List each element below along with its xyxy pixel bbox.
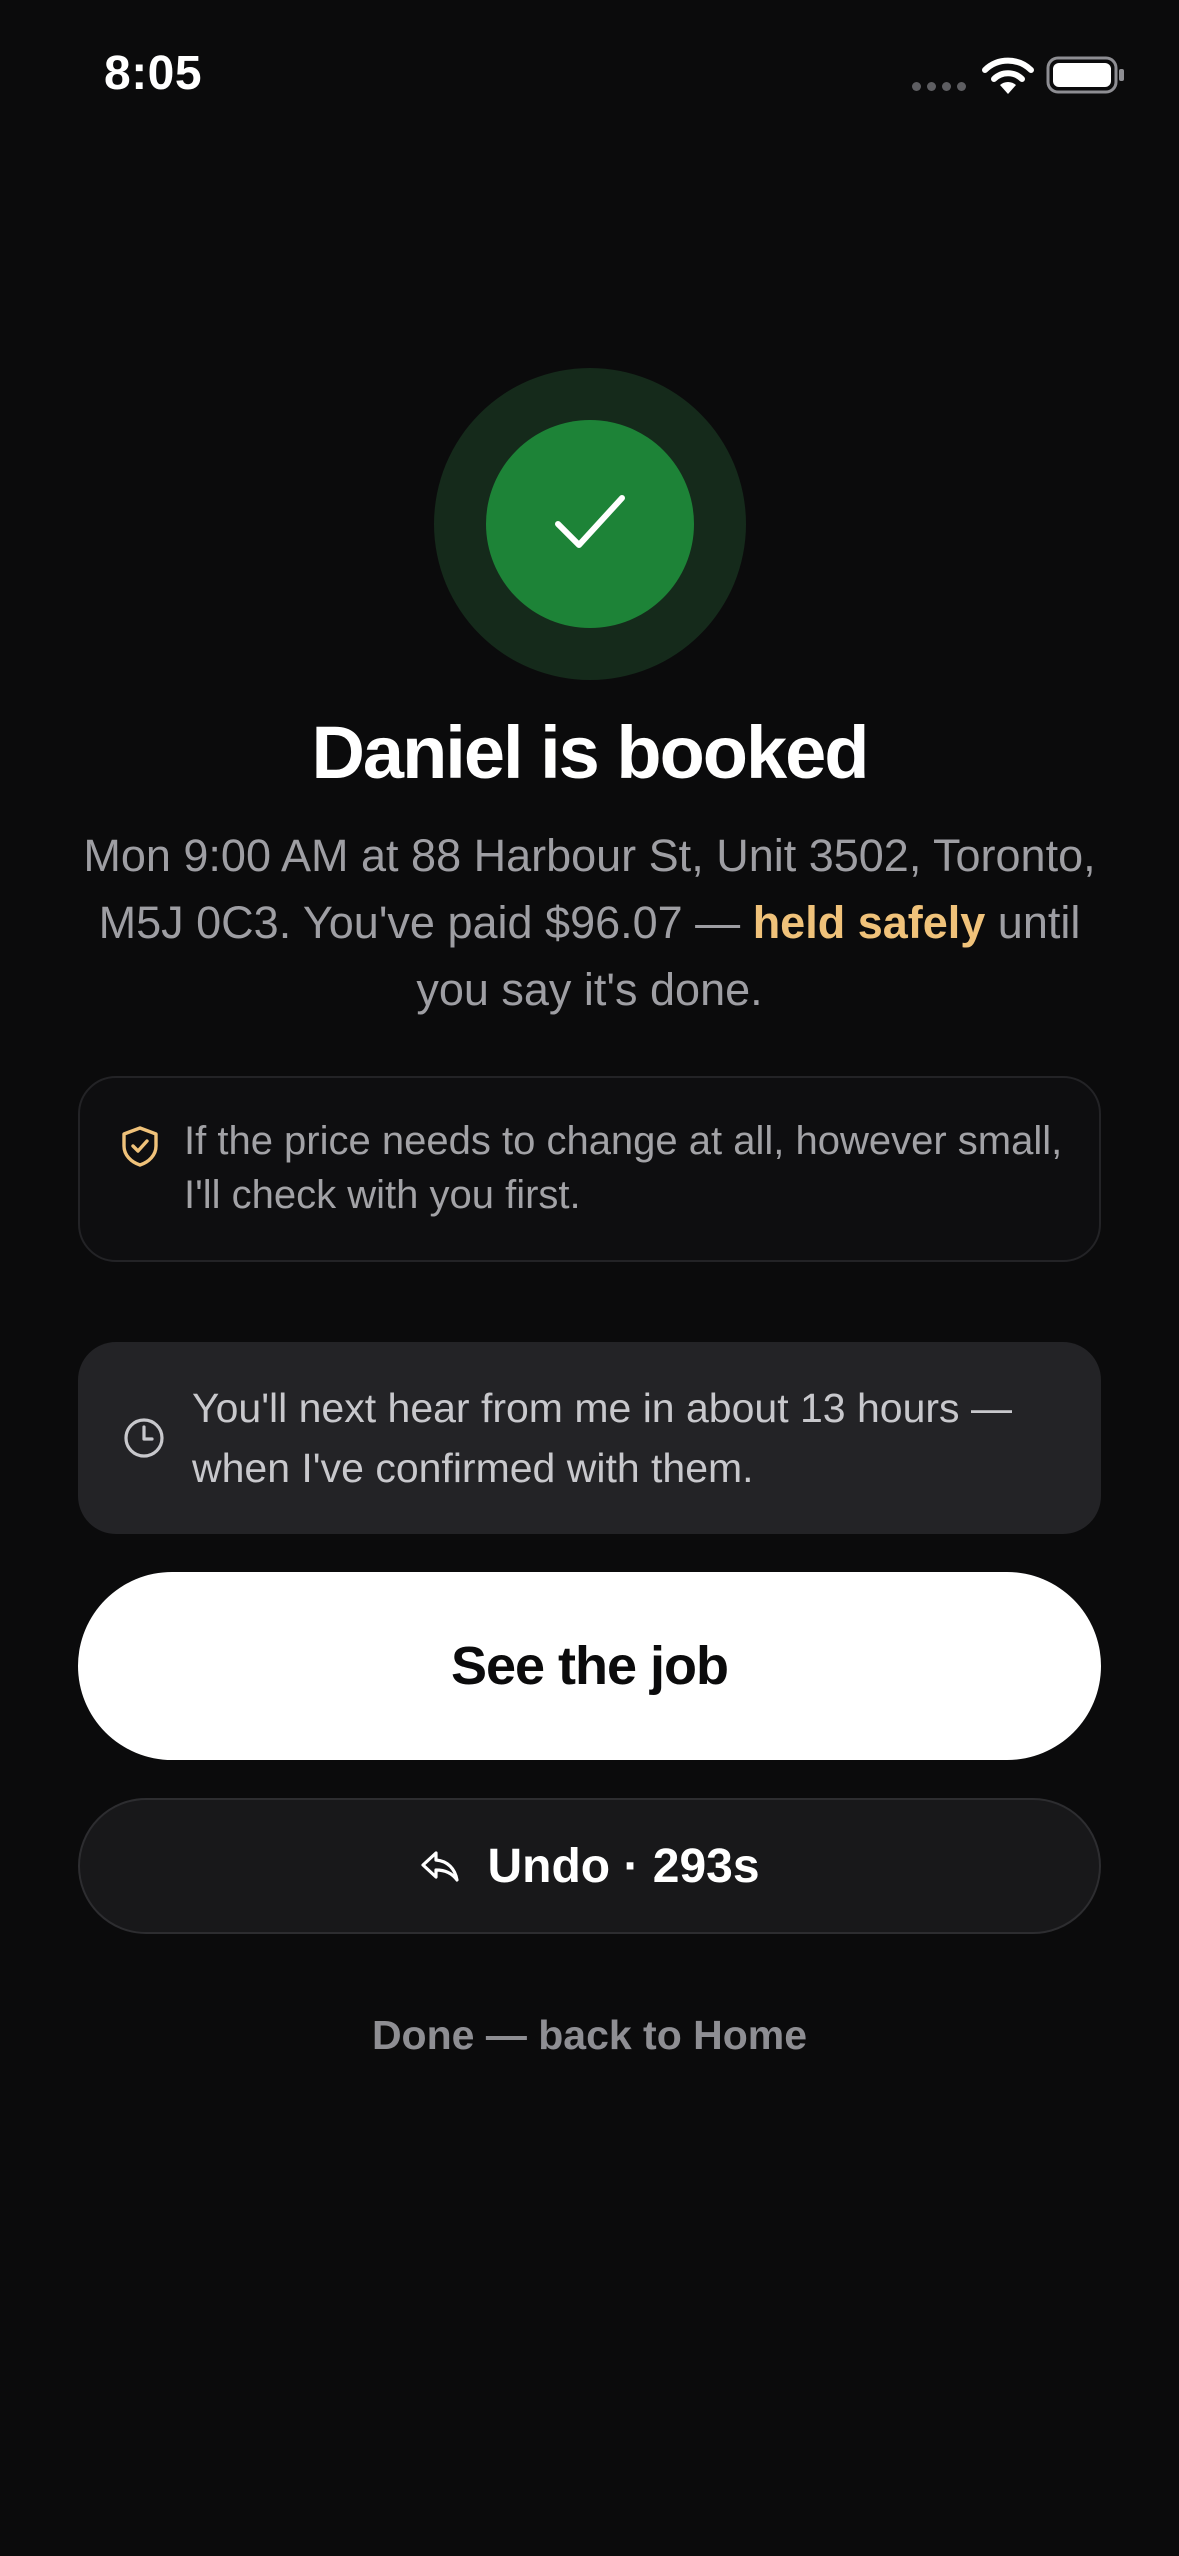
shield-check-icon bbox=[122, 1126, 158, 1167]
undo-arrow-icon bbox=[421, 1851, 460, 1882]
undo-button[interactable]: Undo · 293s bbox=[78, 1798, 1101, 1934]
booking-confirmation-screen: 8:05 Daniel is booked Mon 9:00 AM at 88 … bbox=[0, 0, 1179, 2556]
battery-icon bbox=[1046, 56, 1124, 94]
booking-summary: Mon 9:00 AM at 88 Harbour St, Unit 3502,… bbox=[70, 822, 1109, 1023]
held-safely-highlight: held safely bbox=[752, 897, 986, 948]
undo-label: Undo · 293s bbox=[487, 1839, 760, 1893]
see-job-button[interactable]: See the job bbox=[78, 1572, 1101, 1760]
clock-icon bbox=[124, 1418, 164, 1458]
next-update-text: You'll next hear from me in about 13 hou… bbox=[192, 1385, 1012, 1491]
price-guarantee-card: If the price needs to change at all, how… bbox=[78, 1076, 1101, 1262]
next-update-card: You'll next hear from me in about 13 hou… bbox=[78, 1342, 1101, 1534]
check-icon bbox=[555, 495, 625, 548]
done-back-home-link[interactable]: Done — back to Home bbox=[0, 2012, 1179, 2059]
signal-icon bbox=[912, 82, 966, 91]
price-guarantee-text: If the price needs to change at all, how… bbox=[184, 1119, 1063, 1217]
success-circle bbox=[486, 420, 694, 628]
wifi-icon bbox=[982, 57, 1034, 94]
success-badge bbox=[434, 368, 746, 680]
status-time: 8:05 bbox=[104, 47, 203, 100]
page-title: Daniel is booked bbox=[311, 711, 869, 794]
status-bar: 8:05 bbox=[0, 0, 1179, 150]
